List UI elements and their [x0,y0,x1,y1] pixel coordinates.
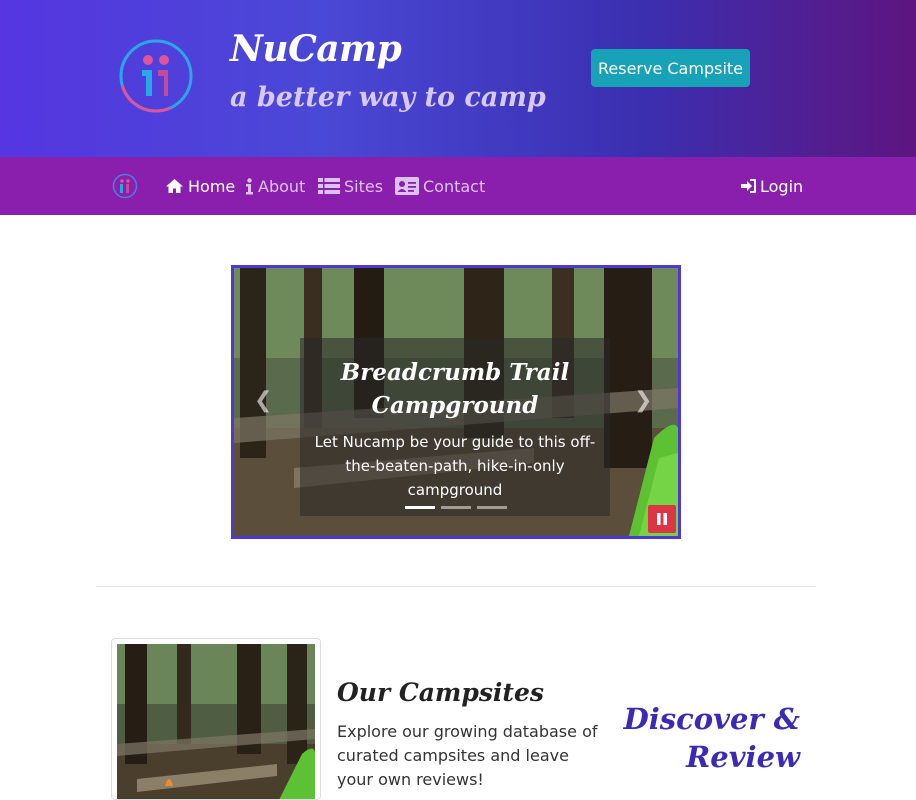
login-label: Login [760,176,804,196]
nav-item-about[interactable]: About [245,175,305,197]
carousel-next-icon[interactable]: ❯ [634,388,652,413]
slide-description: Let Nucamp be your guide to this off-the… [314,433,596,499]
campsites-description: Explore our growing database of curated … [337,722,598,789]
discover-review-heading: Discover & Review [623,702,800,774]
campsites-thumbnail [111,638,321,800]
section-divider [96,586,816,587]
main-navbar: Home About Sites Contact Login [0,157,916,215]
carousel-pause-button[interactable] [648,505,676,533]
carousel-indicator-3[interactable] [477,506,507,509]
nav-label-home: Home [188,176,236,196]
info-icon [246,177,253,194]
nav-label-about: About [258,176,306,196]
slide-caption: Breadcrumb Trail Campground Let Nucamp b… [300,338,610,516]
slide-title: Breadcrumb Trail Campground [340,359,570,419]
carousel-indicator-1[interactable] [405,506,435,509]
carousel-indicator-2[interactable] [441,506,471,509]
reserve-campsite-button[interactable]: Reserve Campsite [591,49,750,87]
campsite-carousel[interactable]: Breadcrumb Trail Campground Let Nucamp b… [231,265,681,539]
navbar-logo[interactable] [112,173,138,199]
carousel-prev-icon[interactable]: ❮ [254,388,272,413]
address-card-icon [395,177,419,195]
site-header: NuCamp a better way to camp Reserve Camp… [0,0,916,157]
nav-label-sites: Sites [344,176,384,196]
campsites-heading: Our Campsites [337,678,544,707]
nav-item-sites[interactable]: Sites [318,175,383,197]
nucamp-logo [119,39,193,113]
home-icon [166,179,183,193]
nav-item-home[interactable]: Home [165,175,235,197]
nav-item-contact[interactable]: Contact [395,175,485,197]
sign-in-icon [741,179,756,193]
brand-title: NuCamp [230,28,402,70]
login-button[interactable]: Login [741,175,803,197]
campsite-photo [117,644,315,799]
nav-label-contact: Contact [423,176,486,196]
list-icon [318,178,340,194]
pause-icon [657,513,667,525]
brand-tagline: a better way to camp [230,82,546,113]
